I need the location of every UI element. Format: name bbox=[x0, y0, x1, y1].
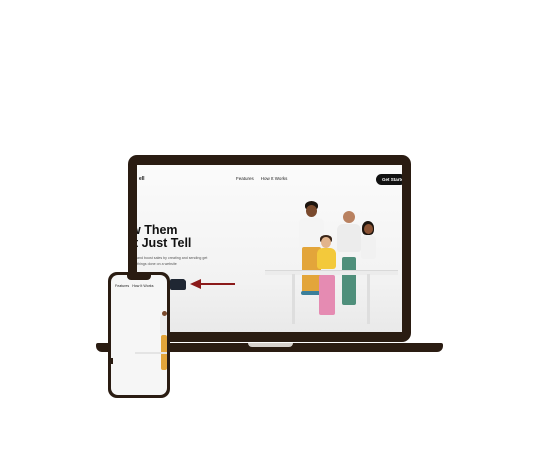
nav-link-how-it-works[interactable]: How It Works bbox=[261, 176, 288, 181]
phone-nav-links: Features How It Works bbox=[115, 284, 154, 288]
hero-subtitle: and boost sales by creating and sending … bbox=[137, 256, 208, 266]
get-started-button[interactable]: Get Started bbox=[376, 174, 402, 185]
phone-screen: Features How It Works bbox=[111, 275, 167, 395]
desk bbox=[265, 270, 398, 275]
phone-desk bbox=[135, 352, 167, 354]
phone-overlay-button[interactable] bbox=[172, 280, 186, 290]
hero-title-line1: w Them bbox=[137, 223, 178, 237]
phone-nav-link-how-it-works[interactable]: How It Works bbox=[132, 284, 153, 288]
site-logo[interactable]: ell bbox=[139, 176, 145, 182]
desk-leg bbox=[367, 274, 370, 324]
laptop-screen: ell Features How It Works Get Started w … bbox=[137, 165, 402, 332]
hero-title-line2: 't Just Tell bbox=[137, 236, 192, 250]
left-arrow-icon bbox=[190, 279, 235, 289]
phone-notch bbox=[127, 275, 151, 280]
hero-title: w Them 't Just Tell bbox=[137, 224, 191, 250]
site-nav-links: Features How It Works bbox=[236, 176, 287, 181]
phone-nav-link-features[interactable]: Features bbox=[115, 284, 129, 288]
nav-link-features[interactable]: Features bbox=[236, 176, 254, 181]
desk-leg bbox=[292, 274, 295, 324]
phone-side-button[interactable] bbox=[111, 358, 113, 364]
laptop-trackpad-notch bbox=[248, 343, 293, 347]
site-header: ell Features How It Works Get Started bbox=[137, 165, 402, 193]
